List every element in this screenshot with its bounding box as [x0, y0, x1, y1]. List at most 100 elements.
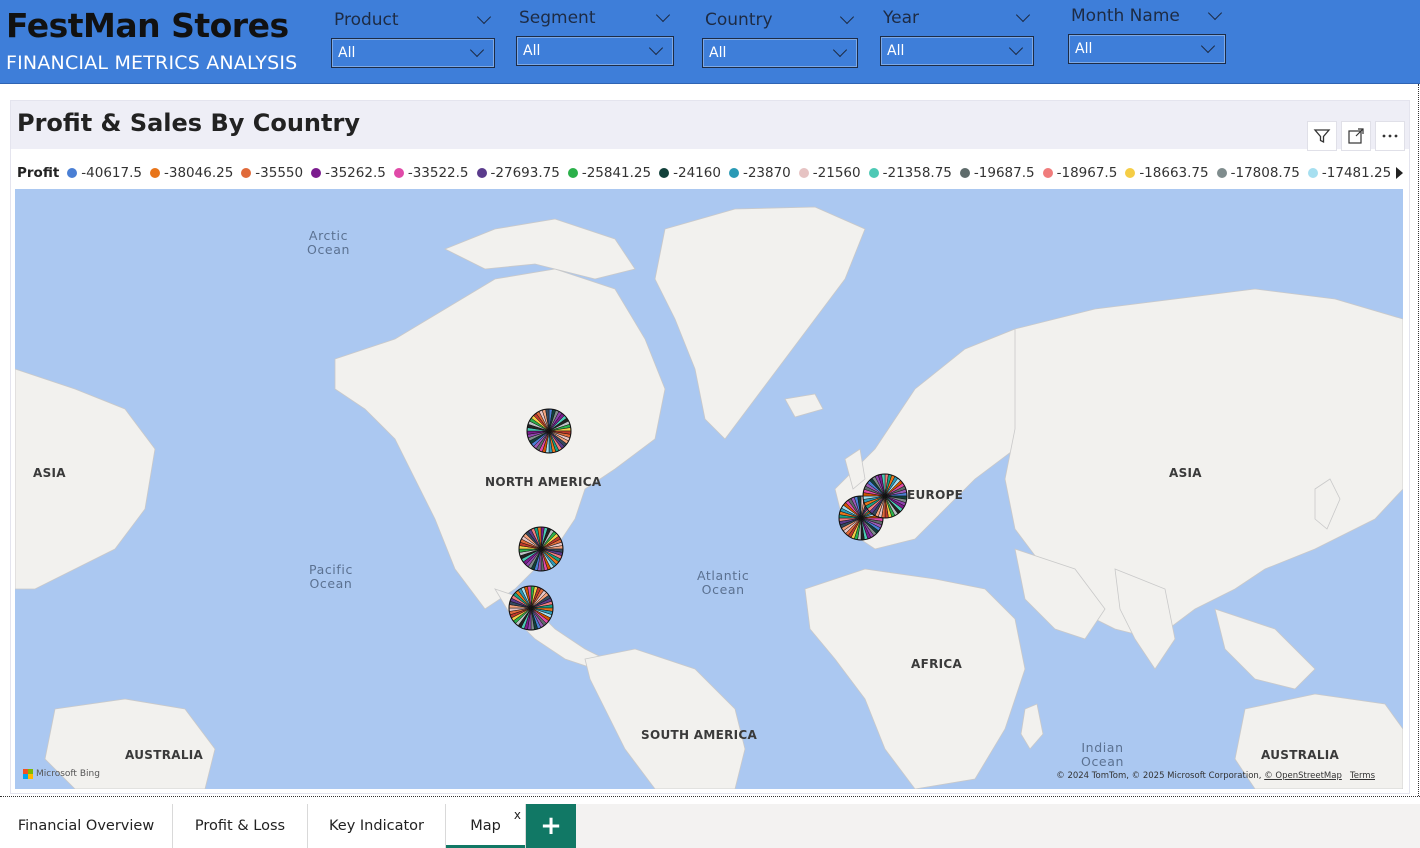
- ocean-label: Arctic Ocean: [307, 228, 350, 257]
- chevron-down-icon[interactable]: [476, 9, 492, 25]
- ocean-label: Atlantic Ocean: [697, 568, 750, 597]
- legend-item[interactable]: -25841.25: [567, 165, 652, 181]
- brand-subtitle: FINANCIAL METRICS ANALYSIS: [6, 52, 298, 74]
- tab-profit-loss[interactable]: Profit & Loss: [173, 804, 308, 848]
- visual-title-bar: Profit & Sales By Country: [11, 101, 1409, 151]
- country-pie-marker[interactable]: [526, 408, 572, 454]
- dropdown-value: All: [1075, 41, 1093, 57]
- region-label: NORTH AMERICA: [485, 475, 602, 489]
- country-dropdown[interactable]: All: [702, 38, 858, 68]
- legend-item[interactable]: -21358.75: [868, 165, 952, 181]
- legend-dot-icon: [868, 168, 879, 178]
- page-boundary-line: [0, 796, 1420, 797]
- legend-item[interactable]: -17481.25: [1307, 165, 1392, 181]
- legend-item[interactable]: -27693.75: [476, 165, 560, 181]
- legend-item[interactable]: -35262.5: [311, 165, 386, 181]
- chevron-down-icon[interactable]: [832, 42, 848, 58]
- legend-label: -35550: [255, 165, 304, 181]
- legend-item[interactable]: -18663.75: [1125, 165, 1209, 181]
- dropdown-value: All: [709, 45, 727, 61]
- legend-dot-icon: [241, 168, 252, 178]
- attribution-text: © 2024 TomTom, © 2025 Microsoft Corporat…: [1056, 771, 1265, 781]
- slicer-header[interactable]: Product: [331, 8, 495, 32]
- tab-key-indicator[interactable]: Key Indicator: [308, 804, 446, 848]
- legend-dot-icon: [150, 168, 160, 178]
- legend-label: -40617.5: [81, 165, 142, 181]
- country-pie-marker[interactable]: [518, 526, 564, 572]
- microsoft-logo-icon: [23, 769, 33, 779]
- legend-dot-icon: [798, 168, 809, 178]
- close-icon[interactable]: x: [514, 808, 521, 822]
- chevron-down-icon[interactable]: [1200, 38, 1216, 54]
- bing-label: Microsoft Bing: [36, 769, 100, 779]
- openstreetmap-link[interactable]: © OpenStreetMap: [1264, 771, 1342, 781]
- region-label: AUSTRALIA: [125, 748, 204, 762]
- legend-item[interactable]: -21560: [798, 165, 861, 181]
- chevron-down-icon[interactable]: [469, 42, 485, 58]
- legend-dot-icon: [959, 168, 970, 178]
- legend-item[interactable]: -35550: [241, 165, 303, 181]
- focus-mode-icon[interactable]: [1341, 121, 1371, 151]
- more-options-icon[interactable]: [1375, 121, 1405, 151]
- legend-label: -21358.75: [882, 165, 952, 181]
- map-canvas[interactable]: Arctic Ocean Pacific Ocean Atlantic Ocean I…: [15, 189, 1403, 789]
- legend-dot-icon: [659, 168, 670, 178]
- slicer-header[interactable]: Country: [702, 8, 858, 32]
- chevron-down-icon[interactable]: [839, 9, 855, 25]
- country-pie-marker[interactable]: [508, 585, 554, 631]
- legend-label: -24160: [673, 165, 721, 181]
- legend-label: -25841.25: [581, 165, 652, 181]
- legend-label: -27693.75: [490, 165, 560, 181]
- legend-items: -40617.5 -38046.25 -35550 -35262.5 -33522.5 -…: [67, 165, 1397, 181]
- legend-label: -18967.5: [1056, 165, 1118, 181]
- tab-label: Key Indicator: [329, 818, 424, 834]
- legend-dot-icon: [311, 168, 322, 178]
- chevron-down-icon[interactable]: [648, 40, 664, 56]
- tab-label: Profit & Loss: [194, 818, 286, 834]
- legend-dot-icon: [1216, 168, 1227, 178]
- legend-item[interactable]: -38046.25: [150, 165, 233, 181]
- segment-dropdown[interactable]: All: [516, 36, 674, 66]
- tab-map[interactable]: Map x: [446, 804, 526, 848]
- slicer-product: Product All: [331, 8, 495, 68]
- legend: Profit -40617.5 -38046.25 -35550 -35262.5 -3…: [17, 163, 1397, 183]
- report-canvas: FestMan Stores FINANCIAL METRICS ANALYSI…: [0, 0, 1420, 848]
- chevron-down-icon[interactable]: [1008, 40, 1024, 56]
- legend-item[interactable]: -40617.5: [67, 165, 142, 181]
- year-dropdown[interactable]: All: [880, 36, 1034, 66]
- region-label: EUROPE: [907, 488, 964, 502]
- filter-icon[interactable]: [1307, 121, 1337, 151]
- tab-financial-overview[interactable]: Financial Overview: [0, 804, 173, 848]
- brand-title: FestMan Stores: [6, 6, 289, 45]
- legend-label: -23870: [742, 165, 791, 181]
- product-dropdown[interactable]: All: [331, 38, 495, 68]
- legend-item[interactable]: -19687.5: [959, 165, 1035, 181]
- legend-item[interactable]: -17808.75: [1216, 165, 1300, 181]
- map-visual[interactable]: Profit & Sales By Country Profit -40617.…: [10, 100, 1410, 794]
- slicer-header[interactable]: Month Name: [1068, 4, 1226, 28]
- slicer-header[interactable]: Year: [880, 6, 1034, 30]
- country-pie-marker[interactable]: [862, 473, 908, 519]
- terms-link[interactable]: Terms: [1350, 771, 1375, 781]
- legend-item[interactable]: -18967.5: [1042, 165, 1118, 181]
- legend-item[interactable]: -23870: [728, 165, 791, 181]
- chevron-down-icon[interactable]: [1015, 7, 1031, 23]
- legend-label: -33522.5: [407, 165, 469, 181]
- legend-next-arrow-icon[interactable]: [1396, 167, 1403, 179]
- legend-item[interactable]: -33522.5: [393, 165, 469, 181]
- legend-dot-icon: [1042, 168, 1053, 178]
- map-attribution: © 2024 TomTom, © 2025 Microsoft Corporat…: [1056, 771, 1375, 781]
- region-label: SOUTH AMERICA: [641, 728, 758, 742]
- region-label: ASIA: [33, 466, 66, 480]
- chevron-down-icon[interactable]: [655, 7, 671, 23]
- add-page-button[interactable]: +: [526, 804, 576, 848]
- chevron-down-icon[interactable]: [1207, 5, 1223, 21]
- legend-label: -21560: [812, 165, 861, 181]
- page-border-right: [1418, 84, 1419, 796]
- month-name-dropdown[interactable]: All: [1068, 34, 1226, 64]
- slicer-header[interactable]: Segment: [516, 6, 674, 30]
- legend-label: -38046.25: [164, 165, 234, 181]
- report-header: FestMan Stores FINANCIAL METRICS ANALYSI…: [0, 0, 1420, 84]
- legend-item[interactable]: -24160: [659, 165, 721, 181]
- legend-label: -17481.25: [1321, 165, 1392, 181]
